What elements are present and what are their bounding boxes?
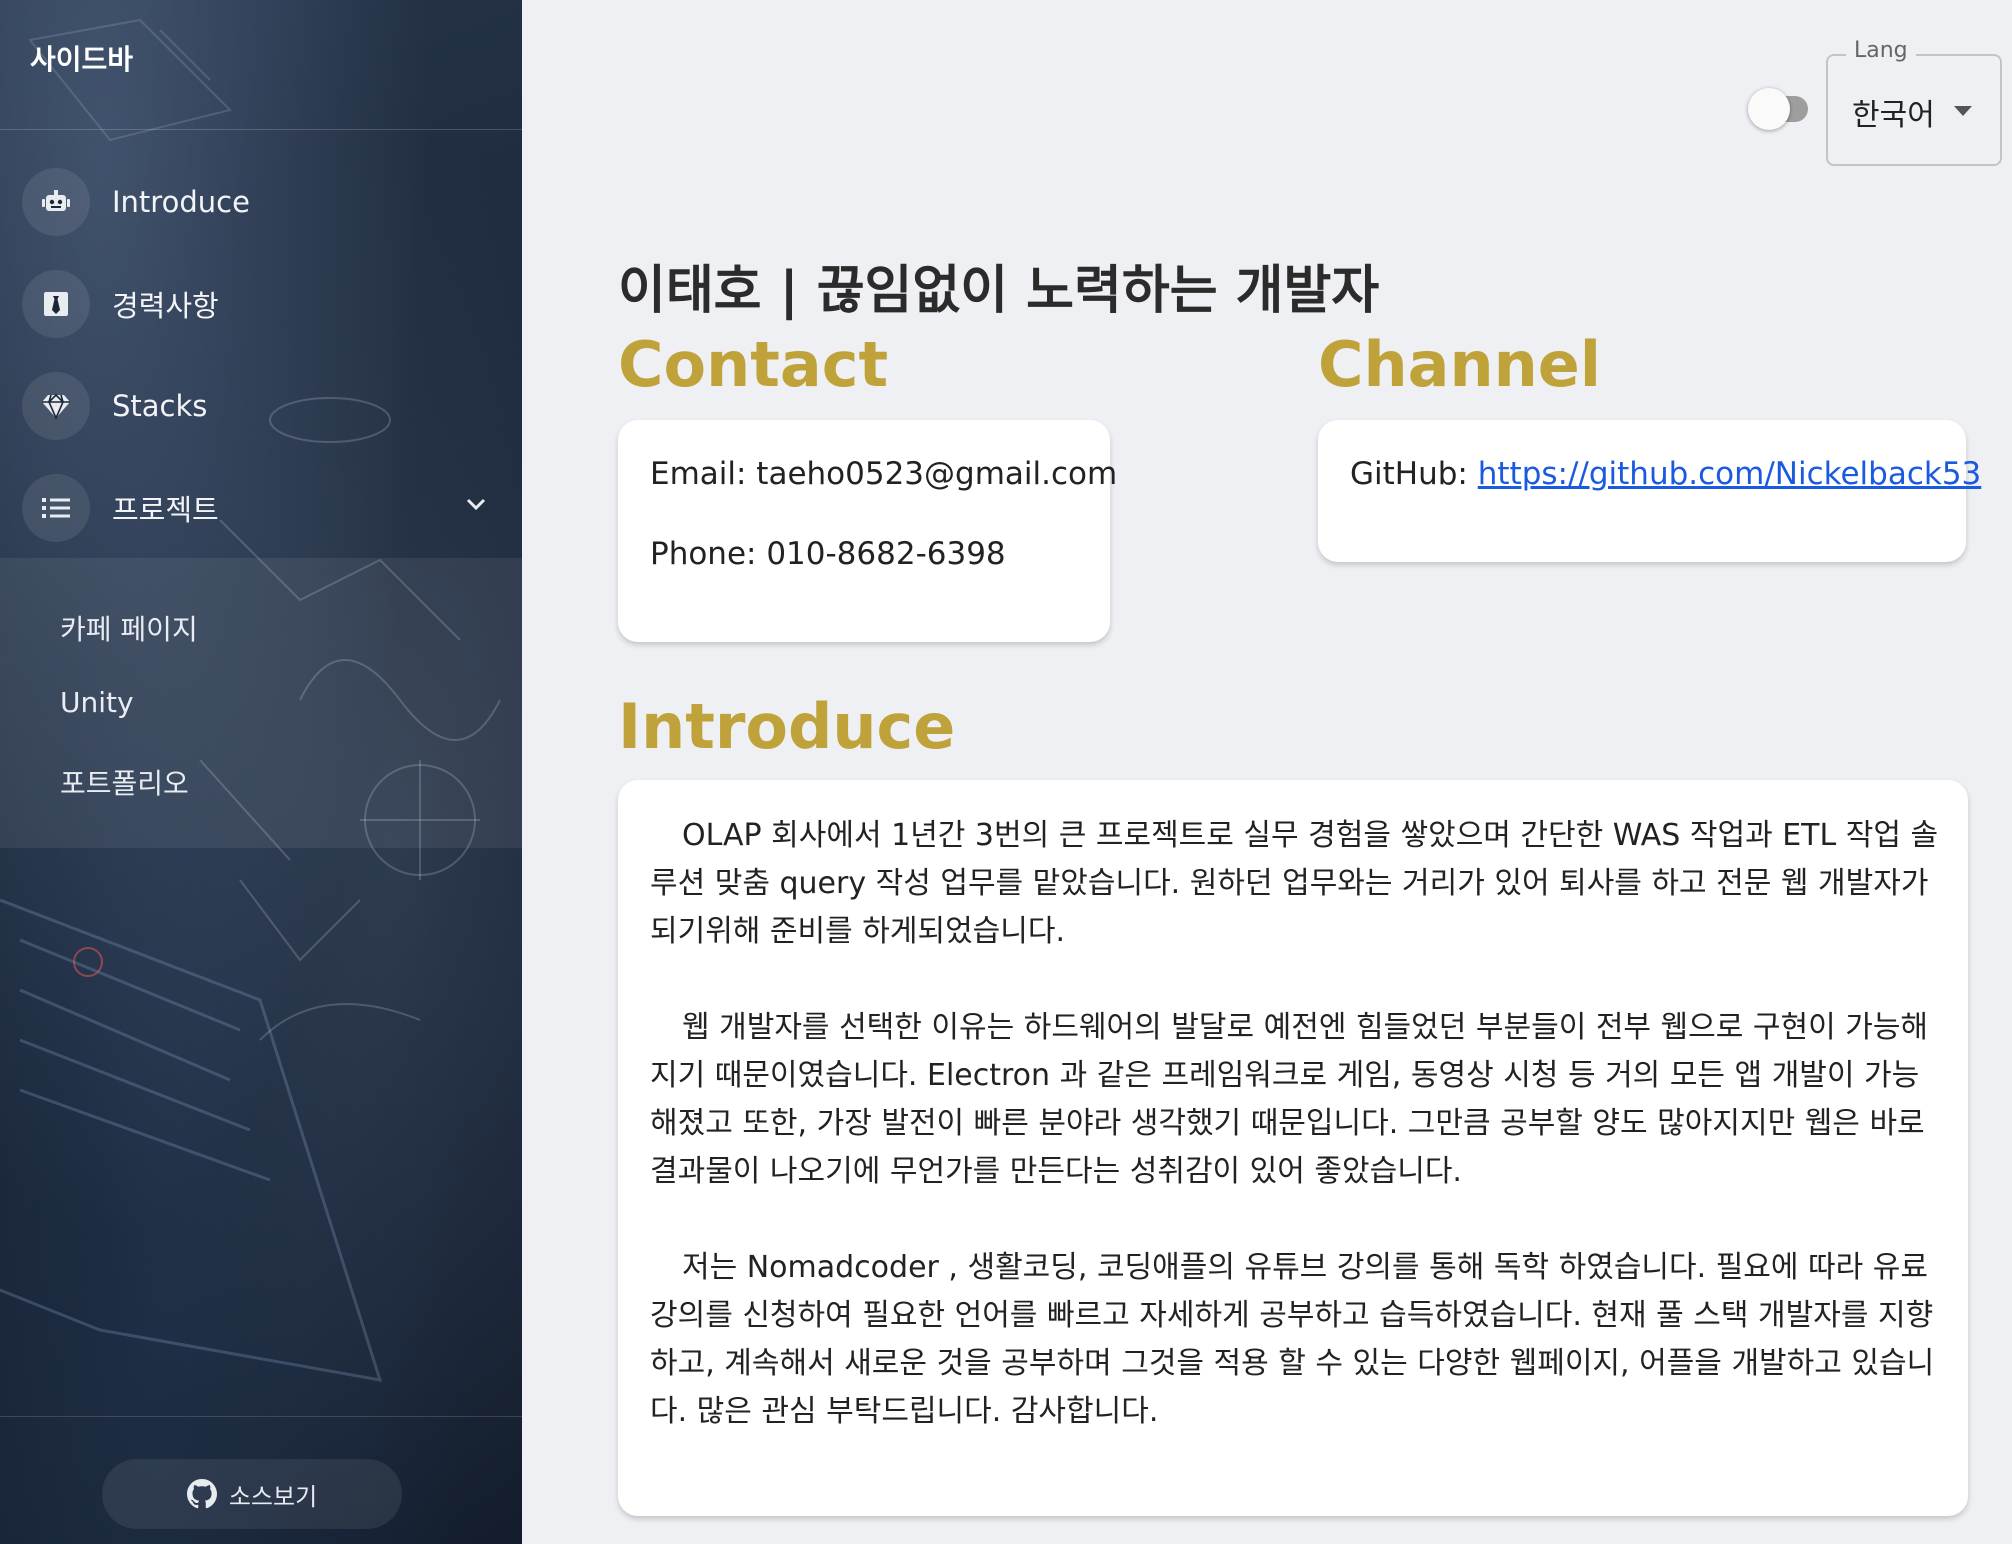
contact-phone: Phone: 010-8682-6398 bbox=[650, 536, 1006, 572]
sidebar-item-label: 경력사항 bbox=[112, 289, 219, 323]
introduce-card: OLAP 회사에서 1년간 3번의 큰 프로젝트로 실무 경험을 쌓았으며 간단… bbox=[618, 780, 1968, 1516]
language-select[interactable]: Lang 한국어 bbox=[1826, 38, 2002, 166]
view-source-button[interactable]: 소스보기 bbox=[102, 1459, 402, 1529]
sidebar-item-label: Introduce bbox=[112, 185, 250, 219]
toggle-thumb bbox=[1748, 88, 1790, 130]
channel-card: GitHub: https://github.com/Nickelback53 bbox=[1318, 420, 1981, 562]
github-label: GitHub: bbox=[1350, 456, 1478, 492]
submenu-item-portfolio[interactable]: 포트폴리오 bbox=[60, 762, 189, 802]
github-link[interactable]: https://github.com/Nickelback53 bbox=[1478, 456, 1982, 492]
dark-mode-toggle[interactable] bbox=[1748, 86, 1810, 132]
introduce-heading: Introduce bbox=[618, 690, 956, 763]
sidebar-title: 사이드바 bbox=[30, 43, 134, 76]
sidebar-header: 사이드바 bbox=[0, 0, 522, 130]
introduce-paragraph-3: 저는 Nomadcoder , 생활코딩, 코딩애플의 유튜브 강의를 통해 독… bbox=[650, 1250, 1935, 1429]
view-source-label: 소스보기 bbox=[228, 1482, 318, 1511]
sidebar-item-label: 프로젝트 bbox=[112, 493, 219, 527]
sidebar-item-label: Stacks bbox=[112, 389, 208, 423]
submenu-item-cafe[interactable]: 카페 페이지 bbox=[60, 608, 198, 648]
contact-heading: Contact bbox=[618, 328, 889, 401]
github-icon bbox=[186, 1479, 217, 1509]
contact-email: Email: taeho0523@gmail.com bbox=[650, 456, 1118, 492]
gem-icon bbox=[22, 372, 90, 440]
page-title: 이태호 | 끊임없이 노력하는 개발자 bbox=[618, 261, 1380, 321]
caret-down-icon bbox=[1954, 106, 1972, 116]
chevron-down-icon bbox=[466, 498, 486, 511]
language-select-label: Lang bbox=[1846, 38, 1916, 63]
tie-icon bbox=[22, 270, 90, 338]
channel-heading: Channel bbox=[1318, 328, 1602, 401]
github-line: GitHub: https://github.com/Nickelback53 bbox=[1350, 456, 1981, 492]
robot-icon bbox=[22, 168, 90, 236]
language-select-value: 한국어 bbox=[1852, 98, 1935, 133]
sidebar-item-projects[interactable]: 프로젝트 bbox=[0, 462, 522, 554]
sidebar: 사이드바 Introduce 경력사항 Stacks 프로젝트 카페 페이지 U… bbox=[0, 0, 522, 1544]
sidebar-item-introduce[interactable]: Introduce bbox=[0, 156, 522, 248]
list-icon bbox=[22, 474, 90, 542]
projects-submenu: 카페 페이지 Unity 포트폴리오 bbox=[0, 558, 522, 848]
introduce-paragraph-2: 웹 개발자를 선택한 이유는 하드웨어의 발달로 예전엔 힘들었던 부분들이 전… bbox=[650, 1010, 1929, 1189]
submenu-item-unity[interactable]: Unity bbox=[60, 686, 134, 719]
sidebar-footer: 소스보기 bbox=[0, 1416, 522, 1544]
sidebar-item-career[interactable]: 경력사항 bbox=[0, 258, 522, 350]
sidebar-item-stacks[interactable]: Stacks bbox=[0, 360, 522, 452]
contact-card: Email: taeho0523@gmail.com Phone: 010-86… bbox=[618, 420, 1117, 642]
introduce-paragraph-1: OLAP 회사에서 1년간 3번의 큰 프로젝트로 실무 경험을 쌓았으며 간단… bbox=[650, 818, 1939, 949]
